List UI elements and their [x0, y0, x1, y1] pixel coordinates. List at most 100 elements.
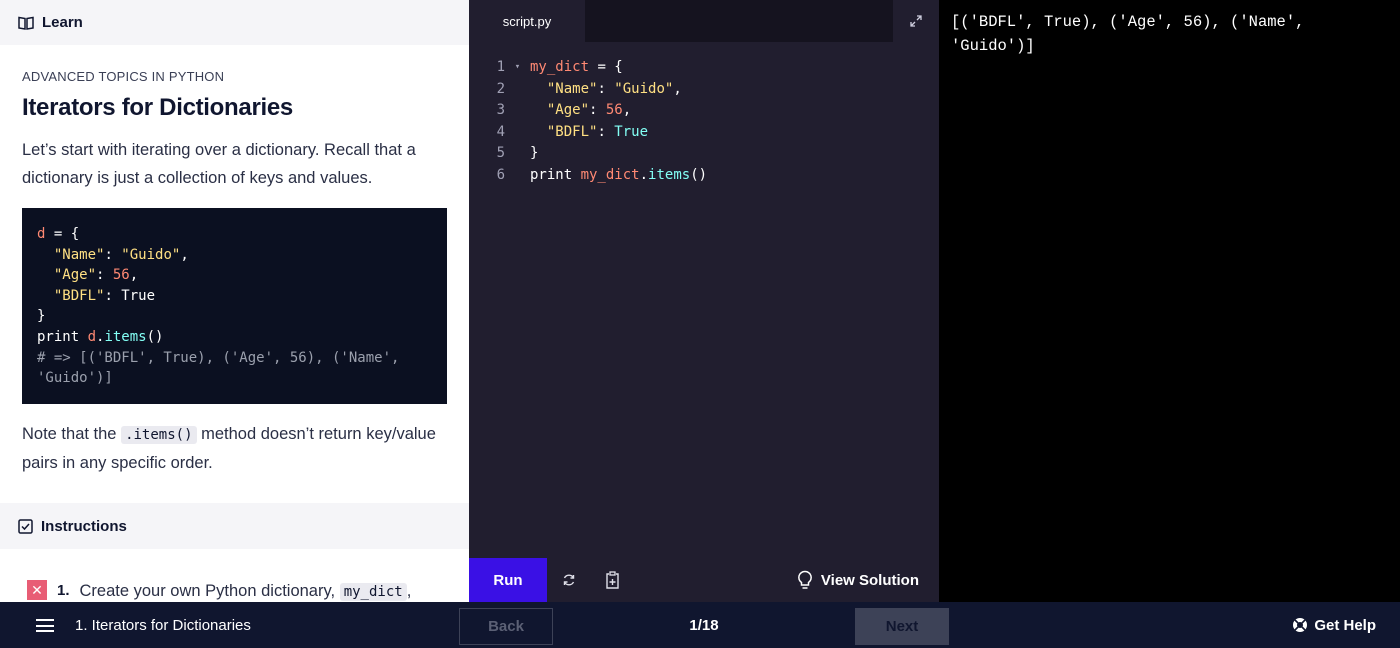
code-token: : — [96, 267, 113, 284]
line-number: 4 — [496, 123, 505, 140]
reset-icon — [563, 574, 575, 586]
get-help-label: Get Help — [1314, 616, 1376, 634]
code-token: "Age" — [53, 267, 97, 284]
example-code-line: 'Guido')] — [37, 368, 432, 389]
lesson-progress: 1/18 — [689, 616, 719, 634]
fold-arrow-icon[interactable]: ▾ — [505, 57, 530, 79]
code-token: print — [530, 166, 581, 183]
editor-line[interactable]: 2 "Name": "Guido", — [469, 79, 939, 101]
expand-icon — [910, 15, 922, 27]
code-token: my_dict — [530, 59, 590, 75]
line-source[interactable]: "Name": "Guido", — [530, 79, 682, 101]
lesson-name[interactable]: 1. Iterators for Dictionaries — [75, 602, 251, 648]
code-token: "BDFL" — [53, 287, 105, 304]
editor-code-area[interactable]: 1 ▾ my_dict = {2 "Name": "Guido", 3 "Age": … — [469, 57, 939, 186]
instructions-header[interactable]: Instructions — [0, 503, 469, 549]
task-item: ✕ 1. Create your own Python dictionary, … — [27, 579, 411, 601]
line-source[interactable]: print my_dict.items() — [530, 165, 707, 187]
code-token: , — [622, 102, 632, 118]
code-token: } — [37, 308, 46, 325]
lesson-kicker: ADVANCED TOPICS IN PYTHON — [22, 69, 225, 84]
code-token: "Guido" — [614, 80, 674, 97]
code-token: 56 — [112, 267, 130, 284]
expand-button[interactable] — [893, 0, 939, 42]
view-solution-label: View Solution — [820, 571, 919, 589]
task-inline-code: my_dict — [339, 583, 407, 601]
lesson-title: Iterators for Dictionaries — [22, 94, 293, 121]
code-editor: script.py 1 ▾ my_dict = {2 "Name": "Guido"… — [469, 0, 939, 602]
code-token: : — [597, 80, 615, 97]
editor-line[interactable]: 5} — [469, 143, 939, 165]
instructions-header-label: Instructions — [41, 517, 127, 535]
checkbox-icon — [18, 518, 33, 534]
task-text: Create your own Python dictionary, my_di… — [80, 582, 411, 601]
code-token: } — [530, 145, 539, 161]
line-number: 6 — [496, 166, 505, 183]
note-text-before: Note that the — [22, 425, 122, 443]
run-button[interactable]: Run — [469, 558, 547, 602]
line-source[interactable]: my_dict = { — [530, 57, 623, 79]
get-help-button[interactable]: Get Help — [1292, 602, 1376, 648]
book-icon — [18, 16, 34, 30]
line-number: 1 — [496, 59, 505, 75]
line-source[interactable]: } — [530, 143, 538, 165]
line-source[interactable]: "Age": 56, — [530, 100, 631, 122]
copy-button[interactable] — [591, 558, 635, 602]
task-incomplete-icon: ✕ — [27, 580, 47, 600]
code-token: () — [690, 166, 708, 183]
code-token: 'Guido')] — [37, 370, 113, 387]
code-token: "Name" — [546, 80, 598, 97]
editor-line[interactable]: 6 print my_dict.items() — [469, 165, 939, 187]
tab-script-py[interactable]: script.py — [469, 0, 585, 42]
code-token: : — [597, 123, 615, 140]
code-token: print — [37, 328, 88, 345]
lesson-content: ADVANCED TOPICS IN PYTHON Iterators for … — [0, 45, 469, 477]
example-code-line: "BDFL": True — [37, 286, 432, 307]
code-token: () — [146, 328, 164, 345]
task-number: 1. — [57, 582, 70, 599]
example-code-line: } — [37, 306, 432, 327]
view-solution-button[interactable]: View Solution — [797, 558, 919, 602]
code-token: : — [589, 102, 606, 118]
code-token: True — [614, 123, 649, 140]
example-code-line: # => [('BDFL', True), ('Age', 56), ('Nam… — [37, 348, 432, 369]
example-code-block: d = { "Name": "Guido", "Age": 56, "BDFL"… — [22, 208, 447, 404]
menu-icon[interactable] — [36, 619, 54, 632]
help-icon — [1293, 618, 1308, 632]
reset-button[interactable] — [547, 558, 591, 602]
code-token: = { — [589, 59, 623, 75]
copy-icon — [606, 571, 619, 589]
next-button[interactable]: Next — [855, 608, 949, 645]
code-token: "Guido" — [121, 246, 181, 263]
code-token: : True — [104, 287, 156, 304]
example-code-line: "Name": "Guido", — [37, 245, 432, 266]
line-number: 3 — [496, 102, 505, 118]
code-token: # => [('BDFL', True), ('Age', 56), ('Nam… — [37, 349, 400, 366]
editor-line[interactable]: 3 "Age": 56, — [469, 100, 939, 122]
editor-line[interactable]: 4 "BDFL": True — [469, 122, 939, 144]
example-code-line: print d.items() — [37, 327, 432, 348]
fold-gutter — [505, 165, 530, 187]
code-token: my_dict — [580, 166, 640, 183]
learn-panel: Learn ADVANCED TOPICS IN PYTHON Iterator… — [0, 0, 469, 602]
line-number: 2 — [496, 80, 505, 97]
code-token: : — [104, 246, 122, 263]
line-source[interactable]: "BDFL": True — [530, 122, 648, 144]
code-token: "Name" — [53, 246, 105, 263]
lightbulb-icon — [797, 570, 812, 589]
learn-header: Learn — [0, 0, 469, 45]
editor-toolbar: Run View Solution — [469, 558, 939, 602]
fold-gutter — [505, 143, 530, 165]
back-button[interactable]: Back — [459, 608, 553, 645]
code-token: "Age" — [546, 102, 590, 118]
code-token: . — [639, 166, 649, 183]
editor-line[interactable]: 1 ▾ my_dict = { — [469, 57, 939, 79]
lesson-note: Note that the .items() method doesn’t re… — [22, 420, 447, 477]
code-token: , — [129, 267, 139, 284]
fold-gutter — [505, 122, 530, 144]
